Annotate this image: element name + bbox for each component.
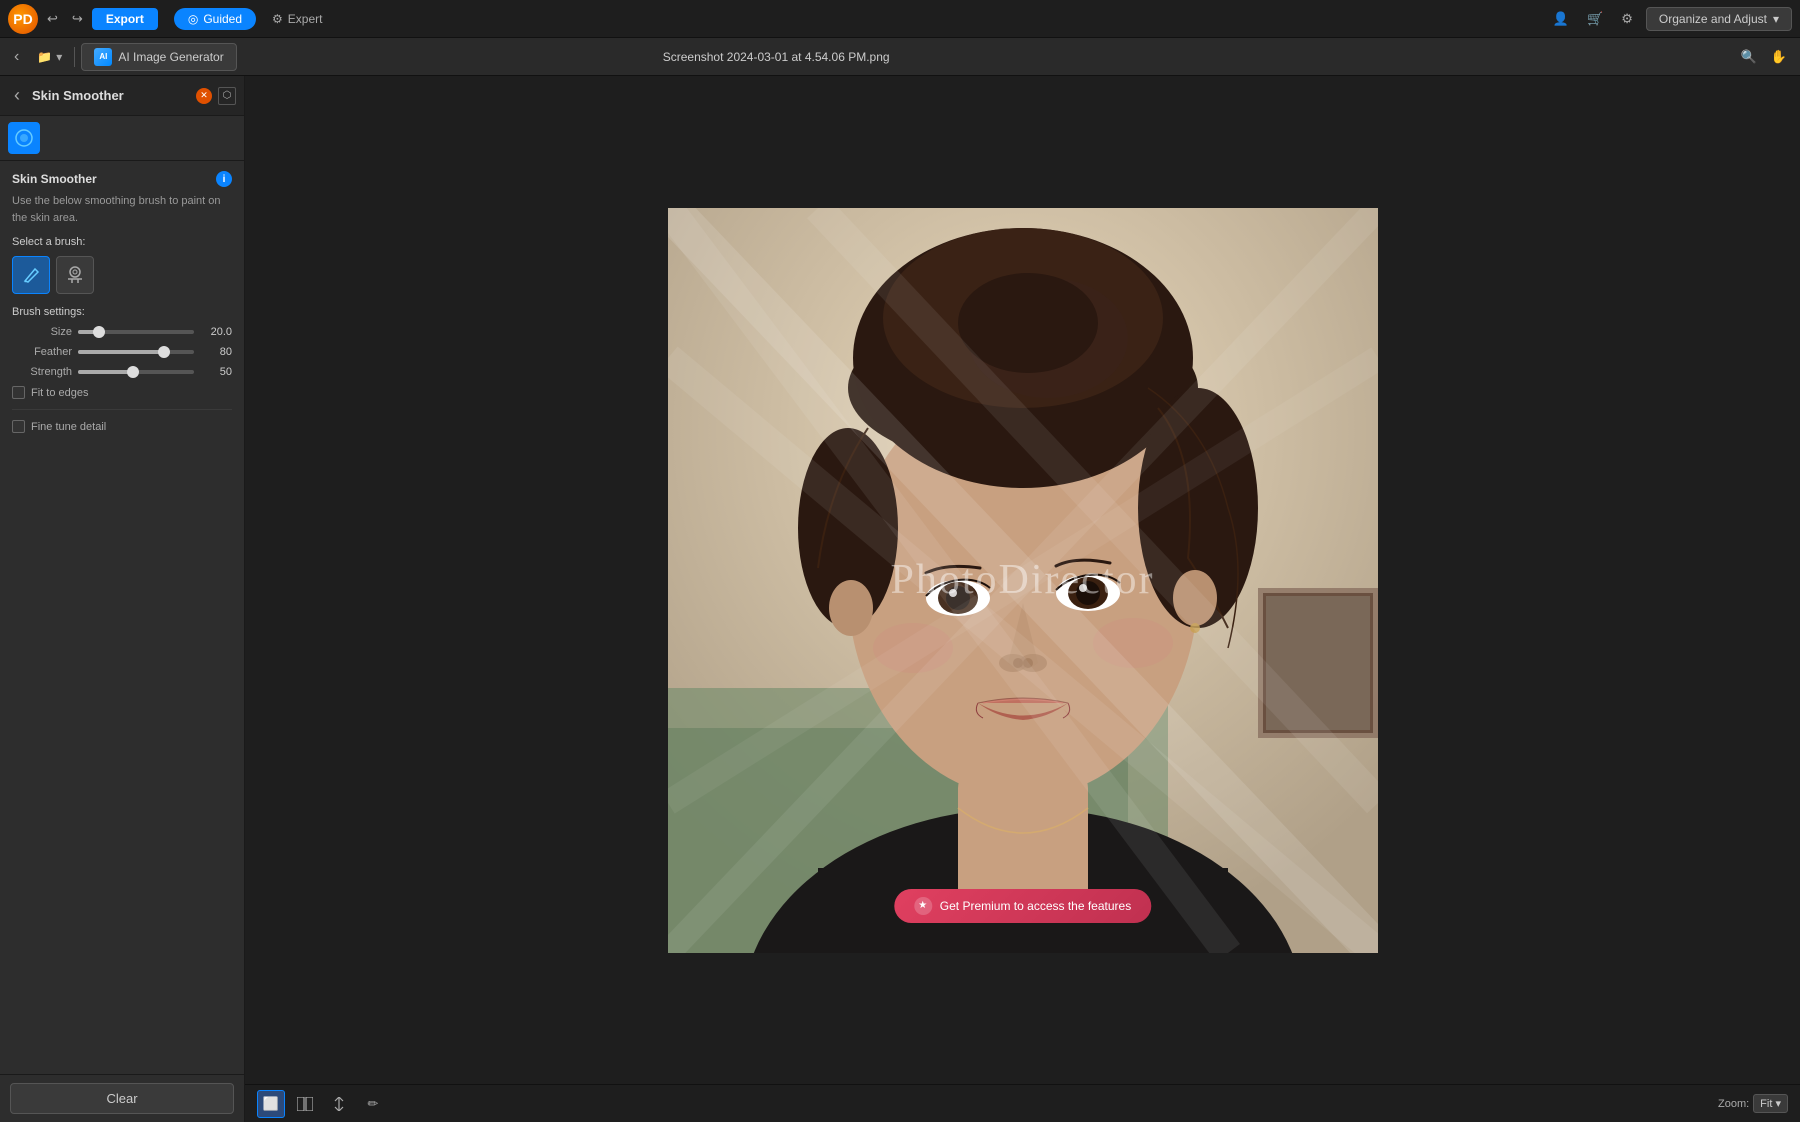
panel-title-text: Skin Smoother (12, 172, 97, 186)
strength-value: 50 (200, 366, 232, 378)
expert-label: Expert (288, 12, 323, 26)
premium-banner[interactable]: ★ Get Premium to access the features (894, 889, 1151, 923)
redo-button[interactable]: ↪ (67, 8, 88, 30)
top-bar: PD ↩ ↪ Export ◎ Guided ⚙ Expert 👤 🛒 ⚙ Or… (0, 0, 1800, 38)
back-button[interactable]: ‹ (8, 45, 25, 69)
fine-tune-row: Fine tune detail (12, 420, 232, 433)
ai-icon: AI (94, 48, 112, 66)
photo-container: PhotoDirector ★ Get Premium to access th… (668, 208, 1378, 953)
size-label: Size (12, 326, 72, 338)
sidebar-back-button[interactable]: ‹ (8, 82, 26, 109)
zoom-dropdown[interactable]: Fit ▾ (1753, 1094, 1788, 1113)
strength-slider-thumb[interactable] (127, 366, 139, 378)
strength-slider-fill (78, 370, 133, 374)
cart-icon[interactable]: 🛒 (1582, 8, 1608, 30)
undo-button[interactable]: ↩ (42, 8, 63, 30)
guided-label: Guided (203, 12, 242, 26)
brush-tool-button[interactable]: ✏ (359, 1090, 387, 1118)
bottom-bar: ⬜ ✏ Zoom: Fit ▾ (245, 1084, 1800, 1122)
expert-icon: ⚙ (272, 12, 283, 26)
folder-button[interactable]: 📁 ▾ (31, 47, 68, 67)
select-brush-label: Select a brush: (12, 236, 232, 248)
brush-settings-label: Brush settings: (12, 306, 232, 318)
tool-icons-row (0, 116, 244, 161)
top-bar-left: PD ↩ ↪ Export (8, 4, 158, 34)
canvas-main[interactable]: PhotoDirector ★ Get Premium to access th… (245, 76, 1800, 1084)
sidebar-title: Skin Smoother (32, 88, 190, 103)
zoom-text: Zoom: (1718, 1098, 1749, 1110)
size-slider-track (78, 330, 194, 334)
export-button[interactable]: Export (92, 8, 158, 30)
feather-slider-thumb[interactable] (158, 346, 170, 358)
hand-tool-button[interactable]: ✋ (1766, 46, 1792, 68)
strength-label: Strength (12, 366, 72, 378)
profile-icon[interactable]: 👤 (1548, 8, 1574, 30)
panel-content: Skin Smoother i Use the below smoothing … (0, 161, 244, 1074)
folder-arrow: ▾ (56, 50, 62, 64)
ai-image-generator-button[interactable]: AI AI Image Generator (81, 43, 236, 71)
skin-smoother-tool-button[interactable] (8, 122, 40, 154)
fit-to-edges-row: Fit to edges (12, 386, 232, 399)
strength-slider-track (78, 370, 194, 374)
size-slider-row: Size 20.0 (12, 326, 232, 338)
search-button[interactable]: 🔍 (1736, 46, 1762, 68)
chevron-down-icon: ▾ (1773, 12, 1779, 26)
compare-button[interactable] (325, 1090, 353, 1118)
erase-brush-button[interactable] (56, 256, 94, 294)
app-logo: PD (8, 4, 38, 34)
feather-slider-fill (78, 350, 164, 354)
paint-brush-button[interactable] (12, 256, 50, 294)
divider (12, 409, 232, 410)
fit-to-edges-checkbox[interactable] (12, 386, 25, 399)
brush-options (12, 256, 232, 294)
fit-to-edges-label: Fit to edges (31, 387, 88, 399)
size-value: 20.0 (200, 326, 232, 338)
photo-canvas (668, 208, 1378, 953)
main-area: ‹ Skin Smoother ✕ ⬡ Skin Smoother i Use … (0, 76, 1800, 1122)
organize-label: Organize and Adjust (1659, 12, 1767, 26)
sidebar-expand-button[interactable]: ⬡ (218, 87, 236, 105)
sidebar-header: ‹ Skin Smoother ✕ ⬡ (0, 76, 244, 116)
single-view-button[interactable]: ⬜ (257, 1090, 285, 1118)
top-bar-right: 👤 🛒 ⚙ Organize and Adjust ▾ (1548, 7, 1792, 31)
split-view-button[interactable] (291, 1090, 319, 1118)
sidebar: ‹ Skin Smoother ✕ ⬡ Skin Smoother i Use … (0, 76, 245, 1122)
feather-slider-track (78, 350, 194, 354)
strength-slider-row: Strength 50 (12, 366, 232, 378)
filename: Screenshot 2024-03-01 at 4.54.06 PM.png (663, 50, 890, 64)
sidebar-close-button[interactable]: ✕ (196, 88, 212, 104)
size-slider-thumb[interactable] (93, 326, 105, 338)
canvas-tools-right: 🔍 ✋ (1736, 46, 1792, 68)
premium-icon: ★ (914, 897, 932, 915)
second-bar: ‹ 📁 ▾ AI AI Image Generator Screenshot 2… (0, 38, 1800, 76)
ai-label: AI Image Generator (118, 50, 223, 64)
clear-button[interactable]: Clear (10, 1083, 234, 1114)
zoom-label: Zoom: Fit ▾ (1718, 1094, 1788, 1113)
info-badge[interactable]: i (216, 171, 232, 187)
zoom-arrow-icon: ▾ (1775, 1098, 1781, 1110)
fine-tune-label: Fine tune detail (31, 421, 106, 433)
fine-tune-checkbox[interactable] (12, 420, 25, 433)
tab-guided[interactable]: ◎ Guided (174, 8, 256, 30)
panel-section-title: Skin Smoother i (12, 171, 232, 187)
feather-value: 80 (200, 346, 232, 358)
folder-icon: 📁 (37, 50, 52, 64)
feather-slider-row: Feather 80 (12, 346, 232, 358)
zoom-value: Fit (1760, 1098, 1772, 1110)
canvas-area: PhotoDirector ★ Get Premium to access th… (245, 76, 1800, 1122)
tab-expert[interactable]: ⚙ Expert (258, 8, 336, 30)
mode-tabs: ◎ Guided ⚙ Expert (174, 8, 337, 30)
clear-btn-area: Clear (0, 1074, 244, 1122)
settings-icon[interactable]: ⚙ (1616, 8, 1638, 30)
guided-icon: ◎ (188, 12, 198, 26)
premium-text: Get Premium to access the features (940, 899, 1131, 913)
panel-description: Use the below smoothing brush to paint o… (12, 193, 232, 226)
feather-label: Feather (12, 346, 72, 358)
organize-adjust-button[interactable]: Organize and Adjust ▾ (1646, 7, 1792, 31)
